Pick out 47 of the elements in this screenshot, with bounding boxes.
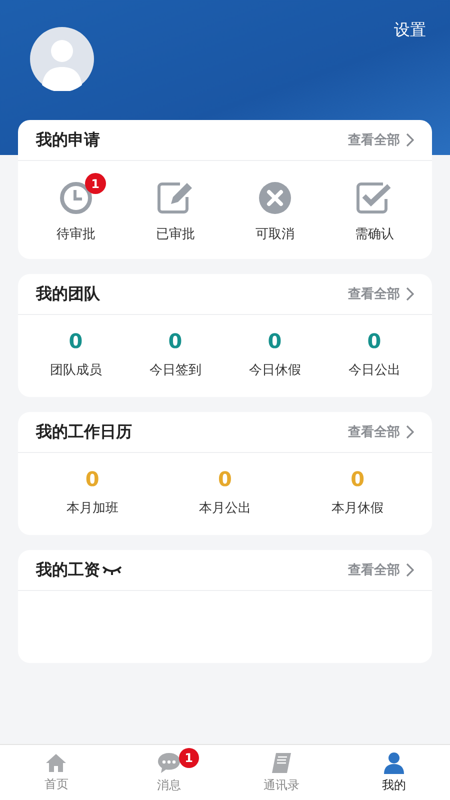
- stat-label: 本月休假: [332, 500, 384, 517]
- edit-icon: [156, 181, 194, 215]
- clock-icon: [58, 181, 93, 215]
- person-icon: [382, 752, 405, 774]
- stat-value: 0: [367, 329, 382, 353]
- stat-value: 0: [68, 329, 83, 353]
- avatar-icon[interactable]: [30, 27, 94, 91]
- chevron-icon: [406, 133, 414, 147]
- chat-icon: [156, 752, 181, 774]
- tab[interactable]: 通讯录: [225, 745, 338, 800]
- stat-value: 0: [268, 329, 282, 353]
- view-all-link[interactable]: 查看全部: [348, 561, 414, 579]
- count-badge: 1: [84, 173, 106, 194]
- count-badge: 1: [178, 748, 199, 768]
- section-title: 我的工作日历: [36, 422, 132, 442]
- tab[interactable]: 首页: [0, 745, 112, 800]
- action-label[interactable]: 需确认: [354, 225, 394, 243]
- action-label[interactable]: 待审批: [56, 225, 96, 243]
- section-title: 我的团队: [36, 284, 100, 304]
- stat-label: 本月公出: [198, 500, 251, 517]
- stat-value: 0: [350, 467, 365, 491]
- stat-label: 本月加班: [66, 500, 118, 517]
- action-label[interactable]: 已审批: [156, 225, 195, 243]
- action-label[interactable]: 可取消: [255, 225, 294, 243]
- section-title: 我的工资: [36, 560, 100, 580]
- tab[interactable]: 我的: [338, 745, 450, 800]
- stat-label: 团队成员: [50, 362, 102, 379]
- cancel-icon: [258, 181, 292, 215]
- home-icon: [45, 752, 68, 772]
- stat-value: 0: [168, 329, 182, 353]
- settings-link[interactable]: 设置: [394, 20, 426, 41]
- section-title: 我的申请: [36, 130, 100, 150]
- view-all-link[interactable]: 查看全部: [348, 285, 414, 303]
- checkbox-icon: [355, 181, 394, 215]
- stat-label: 今日签到: [149, 362, 202, 379]
- stat-value: 0: [218, 467, 232, 491]
- view-all-link[interactable]: 查看全部: [348, 423, 414, 441]
- chevron-icon: [406, 563, 414, 577]
- stat-value: 0: [85, 467, 100, 491]
- stat-label: 今日公出: [348, 362, 400, 379]
- tab[interactable]: 消息 1: [112, 745, 225, 800]
- closed-eye-icon[interactable]: [102, 565, 122, 575]
- chevron-icon: [406, 425, 414, 439]
- stat-label: 今日休假: [248, 362, 301, 379]
- view-all-link[interactable]: 查看全部: [348, 131, 414, 149]
- chevron-icon: [406, 287, 414, 301]
- book-icon: [270, 752, 292, 774]
